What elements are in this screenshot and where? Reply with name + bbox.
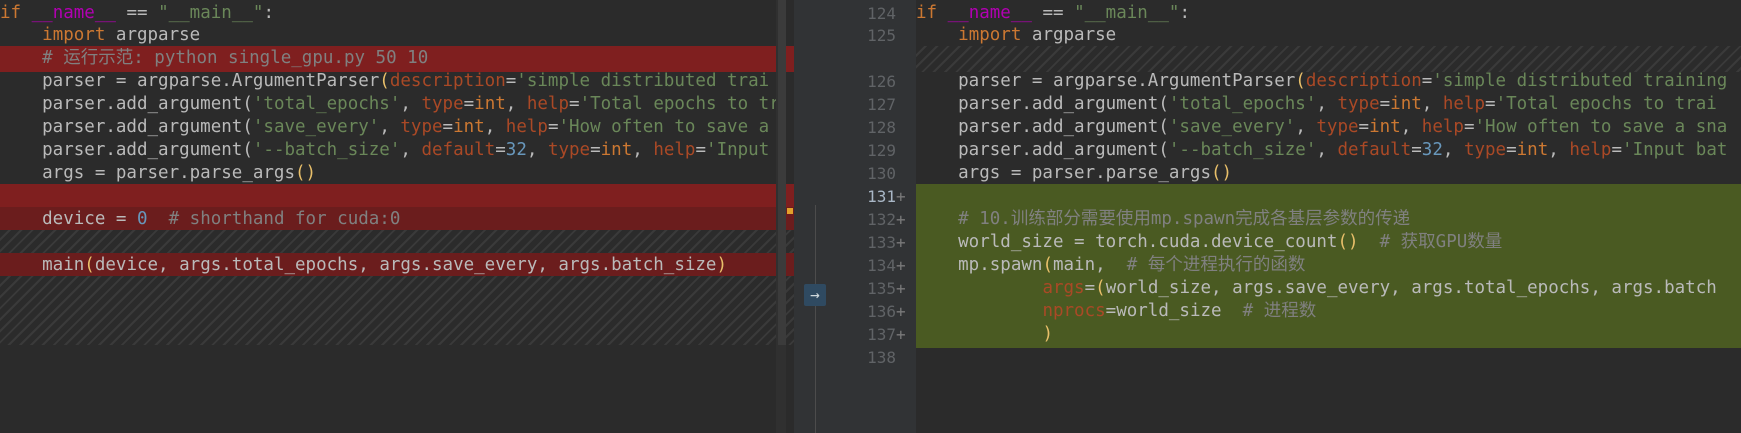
line-number: 132 (867, 210, 896, 229)
line-number: 130 (867, 164, 896, 183)
divider-connector-line (815, 205, 816, 433)
left-hatch-tail (0, 276, 794, 345)
right-line-arg-total-epochs: parser.add_argument('total_epochs', type… (916, 94, 1717, 114)
left-line-arg-batch-size: parser.add_argument('--batch_size', defa… (0, 140, 770, 160)
added-marker: + (896, 302, 906, 321)
right-line-arg-save-every: parser.add_argument('save_every', type=i… (916, 117, 1728, 137)
right-line-nprocs: nprocs=world_size # 进程数 (916, 299, 1741, 325)
right-line-parser: parser = argparse.ArgumentParser(descrip… (916, 71, 1728, 91)
change-marker-icon[interactable] (787, 208, 793, 214)
right-line-empty (916, 345, 1741, 371)
left-line-arg-save-every: parser.add_argument('save_every', type=i… (0, 117, 770, 137)
added-marker: + (896, 187, 906, 206)
right-diff-pane[interactable]: 124 125 126 127 128 129 130 131 132 133 … (834, 0, 1741, 433)
left-line-blank-deleted (0, 184, 794, 210)
right-line-blank-added (916, 184, 1741, 210)
line-number: 127 (867, 95, 896, 114)
line-number: 135 (867, 279, 896, 298)
line-number: 137 (867, 325, 896, 344)
apply-change-arrow-icon[interactable]: → (804, 284, 826, 306)
line-number: 125 (867, 26, 896, 45)
added-marker: + (896, 279, 906, 298)
added-marker: + (896, 210, 906, 229)
left-line-device: device = 0 # shorthand for cuda:0 (0, 207, 794, 233)
left-line-main-call: main(device, args.total_epochs, args.sav… (0, 253, 794, 279)
right-line-parse-args: args = parser.parse_args() (916, 163, 1233, 183)
line-number: 126 (867, 72, 896, 91)
line-number: 134 (867, 256, 896, 275)
added-marker: + (896, 233, 906, 252)
right-line-args-tuple: args=(world_size, args.save_every, args.… (916, 276, 1741, 302)
left-line-arg-total-epochs: parser.add_argument('total_epochs', type… (0, 94, 780, 114)
left-line-comment-deleted: # 运行示范: python single_gpu.py 50 10 (0, 46, 794, 72)
left-line-import: import argparse (42, 25, 201, 45)
line-number: 128 (867, 118, 896, 137)
added-marker: + (896, 325, 906, 344)
right-line-import: import argparse (958, 25, 1117, 45)
left-line-parser: parser = argparse.ArgumentParser(descrip… (0, 71, 770, 91)
right-line-close-paren: ) (916, 322, 1741, 348)
line-number: 133 (867, 233, 896, 252)
line-number: 136 (867, 302, 896, 321)
right-hatch-gap (916, 46, 1741, 72)
line-number: 131 (867, 187, 896, 206)
diff-divider (794, 0, 834, 433)
right-line-mp-spawn: mp.spawn(main, # 每个进程执行的函数 (916, 253, 1741, 279)
right-line-comment-added: # 10.训练部分需要使用mp.spawn完成各基层参数的传递 (916, 207, 1741, 233)
left-scrollbar-thumb[interactable] (778, 0, 786, 345)
right-line-world-size: world_size = torch.cuda.device_count() #… (916, 230, 1741, 256)
right-line-arg-batch-size: parser.add_argument('--batch_size', defa… (916, 140, 1728, 160)
added-marker: + (896, 256, 906, 275)
left-diff-pane[interactable]: if __name__ == "__main__": import argpar… (0, 0, 794, 433)
line-number: 138 (867, 348, 896, 367)
left-line-parse-args: args = parser.parse_args() (0, 163, 317, 183)
line-number: 129 (867, 141, 896, 160)
left-hatch-gap (0, 230, 794, 256)
